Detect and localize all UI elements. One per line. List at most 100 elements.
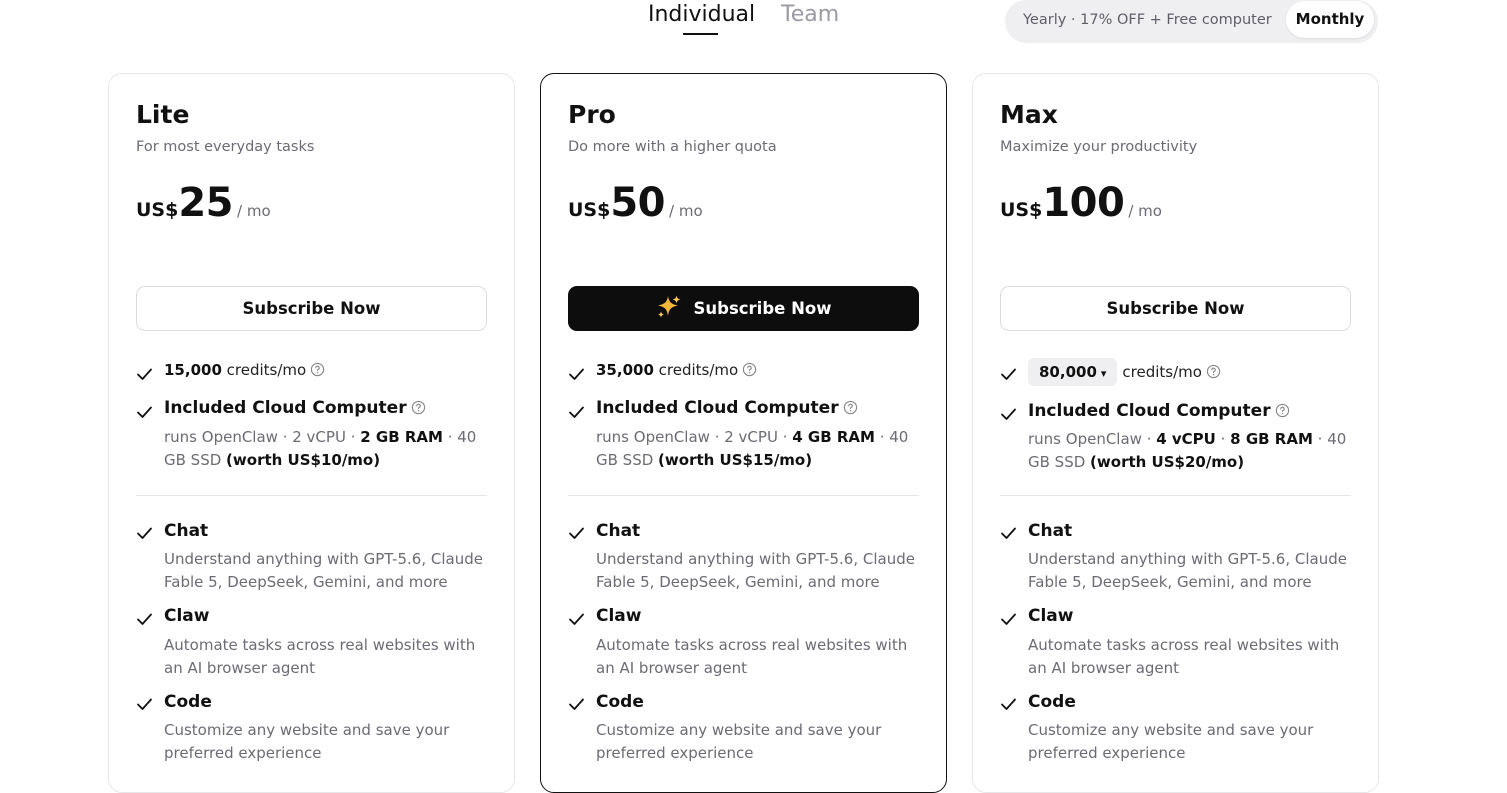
check-icon [569,613,584,625]
subscribe-button[interactable]: Subscribe Now [568,286,919,331]
sparkles-icon [657,295,680,318]
subscribe-label: Subscribe Now [693,299,832,318]
feature-chat-desc: Understand anything with GPT-5.6, Claude… [596,550,915,591]
plan-price: US$25/ mo [136,180,271,226]
check-icon [1001,368,1016,380]
check-icon [137,698,152,710]
price-period: / mo [1128,202,1162,220]
help-circle-icon[interactable] [1206,364,1221,379]
active-tab-indicator [683,33,718,35]
billing-monthly-option[interactable]: Monthly [1286,1,1374,38]
feature-code-title: Code [1028,692,1076,712]
price-currency: US$ [568,199,611,221]
help-circle-icon[interactable] [411,400,426,415]
feature-claw-desc: Automate tasks across real websites with… [1028,636,1340,677]
plan-price: US$100/ mo [1000,180,1162,226]
cloud-computer-title: Included Cloud Computer [164,398,426,418]
spec-cpu: 4 vCPU [1156,430,1216,448]
spec-text: runs OpenClaw · [1028,430,1157,448]
check-icon [1001,698,1016,710]
cloud-computer-specs: runs OpenClaw · 4 vCPU · 8 GB RAM · 40 G… [1028,428,1358,473]
cloud-computer-title: Included Cloud Computer [596,398,858,418]
feature-chat-title: Chat [1028,521,1073,541]
feature-code-desc: Customize any website and save your pref… [596,721,882,762]
subscribe-button[interactable]: Subscribe Now [136,286,487,331]
cloud-computer-specs: runs OpenClaw · 2 vCPU · 2 GB RAM · 40 G… [164,426,494,471]
plan-description: Maximize your productivity [1000,139,1198,155]
spec-worth: (worth US$20/mo) [1090,452,1245,471]
price-period: / mo [669,202,703,220]
tab-team[interactable]: Team [781,0,839,30]
help-circle-icon[interactable] [310,362,325,377]
feature-code-desc: Customize any website and save your pref… [1028,721,1314,762]
credits-dropdown[interactable]: 80,000 ▾ [1028,358,1118,386]
feature-code-title: Code [596,692,644,712]
price-amount: 100 [1042,180,1125,226]
price-currency: US$ [136,199,179,221]
plan-name: Max [1000,100,1058,129]
check-icon [137,406,152,418]
check-icon [569,406,584,418]
cloud-computer-title: Included Cloud Computer [1028,401,1290,421]
check-icon [1001,613,1016,625]
spec-ram: 2 GB RAM [360,428,443,446]
help-circle-icon[interactable] [1275,403,1290,418]
help-circle-icon[interactable] [742,362,757,377]
price-amount: 25 [178,180,234,226]
spec-worth: (worth US$15/mo) [658,450,813,469]
feature-code-title: Code [164,692,212,712]
plan-card-lite: Lite For most everyday tasks US$25/ mo S… [108,73,515,793]
credits-line: 35,000 credits/mo [596,361,757,379]
subscribe-button[interactable]: Subscribe Now [1000,286,1351,331]
plan-description: Do more with a higher quota [568,139,777,155]
spec-ram: 8 GB RAM [1230,430,1313,448]
spec-worth: (worth US$10/mo) [226,450,381,469]
check-icon [137,527,152,539]
check-icon [137,613,152,625]
credits-unit: credits/mo [1122,363,1202,381]
spec-text: runs OpenClaw · 2 vCPU · [164,428,361,446]
check-icon [137,368,152,380]
help-circle-icon[interactable] [843,400,858,415]
feature-chat-title: Chat [164,521,209,541]
cloud-computer-specs: runs OpenClaw · 2 vCPU · 4 GB RAM · 40 G… [596,426,926,471]
spec-text: runs OpenClaw · 2 vCPU · [596,428,793,446]
feature-claw-desc: Automate tasks across real websites with… [596,636,908,677]
feature-claw-desc: Automate tasks across real websites with… [164,636,476,677]
plan-description: For most everyday tasks [136,139,315,155]
price-currency: US$ [1000,199,1043,221]
credits-amount: 80,000 [1039,363,1097,381]
divider [568,495,919,496]
price-amount: 50 [610,180,666,226]
feature-code-desc: Customize any website and save your pref… [164,721,450,762]
plan-card-max: Max Maximize your productivity US$100/ m… [972,73,1379,793]
cloud-computer-label: Included Cloud Computer [596,398,839,418]
plan-name: Pro [568,100,616,129]
plan-card-pro: Pro Do more with a higher quota US$50/ m… [540,73,947,793]
credits-line: 15,000 credits/mo [164,361,325,379]
divider [1000,495,1351,496]
check-icon [1001,527,1016,539]
cloud-computer-label: Included Cloud Computer [164,398,407,418]
feature-chat-title: Chat [596,521,641,541]
credits-amount: 15,000 [164,361,222,379]
plan-price: US$50/ mo [568,180,703,226]
credits-amount: 35,000 [596,361,654,379]
cloud-computer-label: Included Cloud Computer [1028,401,1271,421]
spec-ram: 4 GB RAM [792,428,875,446]
chevron-down-icon: ▾ [1100,367,1107,380]
feature-claw-title: Claw [1028,606,1074,626]
feature-chat-desc: Understand anything with GPT-5.6, Claude… [1028,550,1347,591]
credits-line: 80,000 ▾ credits/mo [1028,358,1221,386]
billing-yearly-option[interactable]: Yearly · 17% OFF + Free computer [1023,0,1272,40]
price-period: / mo [237,202,271,220]
check-icon [1001,408,1016,420]
spec-text: · [1215,430,1231,448]
feature-claw-title: Claw [596,606,642,626]
feature-chat-desc: Understand anything with GPT-5.6, Claude… [164,550,483,591]
check-icon [569,698,584,710]
billing-period-toggle: Yearly · 17% OFF + Free computer Monthly [1005,0,1378,43]
tab-individual[interactable]: Individual [648,0,755,30]
feature-claw-title: Claw [164,606,210,626]
check-icon [569,368,584,380]
